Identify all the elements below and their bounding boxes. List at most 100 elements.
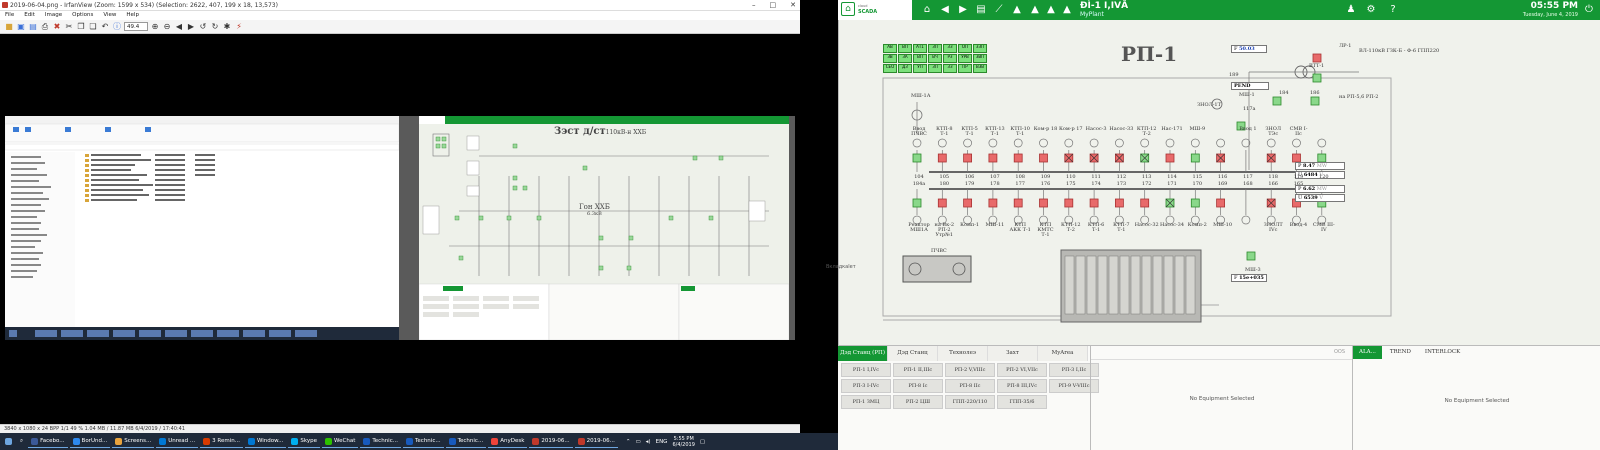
taskbar-item[interactable]: 2019-06... <box>574 435 618 448</box>
exit-icon[interactable]: ⚡ <box>234 22 244 32</box>
breaker-upper[interactable] <box>1165 153 1175 163</box>
breaker-vtt1[interactable] <box>1312 53 1322 63</box>
breaker-lower[interactable] <box>1013 198 1023 208</box>
station-button[interactable]: РП-1 II,IIIс <box>893 363 943 377</box>
slideshow-icon[interactable]: ▣ <box>16 22 26 32</box>
breaker-upper[interactable] <box>912 153 922 163</box>
tab-alarms[interactable]: ALA... <box>1353 346 1382 359</box>
user-icon[interactable]: ♟ <box>1344 2 1358 18</box>
station-button[interactable]: РП-1 ЗМЦ <box>841 395 891 409</box>
taskbar-item[interactable]: 3 Remin... <box>200 435 243 448</box>
language-indicator[interactable]: ENG <box>656 439 668 445</box>
frequency-display[interactable]: F 50.03 <box>1231 45 1267 53</box>
taskbar-item[interactable]: Screens... <box>112 435 155 448</box>
alarm-filter-icon[interactable]: ▲ <box>1028 2 1042 18</box>
pchvs-converter[interactable] <box>902 255 972 283</box>
rotate-left-icon[interactable]: ↺ <box>198 22 208 32</box>
tab-ded-stants-rp[interactable]: Дэд Станц (РП) <box>838 346 888 361</box>
breaker-msh3[interactable] <box>1246 251 1256 261</box>
breaker-upper[interactable] <box>1317 153 1327 163</box>
alarm-silence-icon[interactable]: ▲ <box>1060 2 1074 18</box>
tab-technology[interactable]: Технолеэ <box>938 346 988 361</box>
image-canvas[interactable]: Зэст д/ст110кВ-н ХХБ Гон ХХБ 6.3кВ <box>4 116 795 341</box>
breaker-lower[interactable] <box>963 198 972 208</box>
menu-image[interactable]: Image <box>45 11 62 20</box>
zoom-in-icon[interactable]: ⊕ <box>150 22 160 32</box>
info-icon[interactable]: ⓘ <box>112 22 122 32</box>
zoom-select[interactable]: 49.4 <box>124 22 148 31</box>
notifications-icon[interactable]: ▢ <box>700 439 705 445</box>
breaker-184[interactable] <box>1312 73 1322 83</box>
station-button[interactable]: ГПП-35/6 <box>997 395 1047 409</box>
taskbar-item[interactable]: BorUnd... <box>69 435 111 448</box>
taskbar-item[interactable]: Facebo... <box>28 435 68 448</box>
home-icon[interactable]: ⌂ <box>920 2 934 18</box>
cloud-scada-logo[interactable]: ⌂ cloud SCADA <box>838 0 912 20</box>
p1-value-box[interactable]: P 8.47 MW <box>1295 162 1345 170</box>
station-button[interactable]: РП-2 VI,VIIс <box>997 363 1047 377</box>
breaker-lower[interactable] <box>912 198 922 208</box>
breaker-186[interactable] <box>1310 96 1320 106</box>
breaker-upper[interactable] <box>937 153 947 163</box>
paste-icon[interactable]: ❏ <box>88 22 98 32</box>
breaker-upper[interactable] <box>988 153 998 163</box>
taskbar-item[interactable]: Window... <box>244 435 287 448</box>
breaker-lower[interactable] <box>988 198 998 208</box>
station-button[interactable]: РП-2 ЦШ <box>893 395 943 409</box>
rotate-right-icon[interactable]: ↻ <box>210 22 220 32</box>
open-folder-icon[interactable]: ■ <box>4 22 14 32</box>
status-chip[interactable]: УРВ <box>958 54 972 63</box>
close-icon[interactable]: ✕ <box>790 0 796 10</box>
station-button[interactable]: РП-8 IIс <box>945 379 995 393</box>
breaker-upper[interactable] <box>963 153 972 163</box>
station-button[interactable]: РП-2 V,VIIIс <box>945 363 995 377</box>
display-icon[interactable]: ▤ <box>974 2 988 18</box>
alarm-icon[interactable]: ▲ <box>1010 2 1024 18</box>
gear-icon[interactable]: ⚙ <box>1364 2 1378 18</box>
menu-help[interactable]: Help <box>126 11 139 20</box>
status-chip[interactable]: ЗВ <box>883 54 897 63</box>
breaker-lower[interactable] <box>1216 198 1226 208</box>
cut-icon[interactable]: ✂ <box>64 22 74 32</box>
station-button[interactable]: РП-8 III,IVс <box>997 379 1047 393</box>
maximize-icon[interactable]: □ <box>770 0 777 10</box>
status-chip[interactable]: ЗЗП <box>973 44 987 53</box>
tab-ded-stants-crp[interactable]: Дэд Станц (ЦРП) <box>888 346 938 370</box>
breaker-upper[interactable] <box>1039 153 1048 163</box>
settings-icon[interactable]: ✱ <box>222 22 232 32</box>
status-chip[interactable]: ЗП <box>928 44 942 53</box>
help-icon[interactable]: ? <box>1386 2 1400 18</box>
tab-zakht[interactable]: Захт <box>988 346 1038 361</box>
breaker-lower[interactable] <box>1039 198 1048 208</box>
breaker-lower[interactable] <box>1114 198 1124 208</box>
taskbar-item[interactable]: Technic... <box>360 435 401 448</box>
taskbar-clock[interactable]: 5:55 PM 6/4/2019 <box>672 436 694 448</box>
status-chip[interactable]: СЕО <box>883 64 897 73</box>
tab-myarea[interactable]: MyArea <box>1038 346 1088 361</box>
breaker-upper[interactable] <box>1013 153 1023 163</box>
status-chip[interactable]: АВ <box>883 44 897 53</box>
status-chip[interactable]: ЗВП <box>973 54 987 63</box>
status-chip[interactable]: ВП <box>913 54 927 63</box>
station-button[interactable]: РП-1 I,IVс <box>841 363 891 377</box>
taskbar-search-icon[interactable]: ⌕ <box>17 435 26 448</box>
taskbar-item[interactable]: 2019-06... <box>529 435 573 448</box>
print-icon[interactable]: ⎙ <box>40 22 50 32</box>
station-button[interactable]: РП-3 I-IVс <box>841 379 891 393</box>
breaker-184b[interactable] <box>1272 96 1282 106</box>
oos-button[interactable]: OOS <box>1334 349 1345 355</box>
status-chip[interactable]: ЗП <box>928 64 942 73</box>
status-chip[interactable]: ВЗВ <box>973 64 987 73</box>
volume-icon[interactable]: ◂) <box>646 439 651 445</box>
f2-value-box[interactable]: F 15e+035 <box>1231 274 1267 282</box>
zoom-out-icon[interactable]: ⊖ <box>162 22 172 32</box>
previous-icon[interactable]: ◀ <box>174 22 184 32</box>
taskbar-item[interactable]: Technic... <box>402 435 444 448</box>
taskbar-item[interactable]: Skype <box>288 435 321 448</box>
tab-interlock[interactable]: INTERLOCK <box>1419 346 1466 359</box>
breaker-upper[interactable] <box>1292 153 1301 163</box>
minimize-icon[interactable]: – <box>752 0 756 10</box>
menu-file[interactable]: File <box>5 11 14 20</box>
tray-chevron-icon[interactable]: ⌃ <box>626 439 631 445</box>
breaker-lower[interactable] <box>1190 198 1200 208</box>
